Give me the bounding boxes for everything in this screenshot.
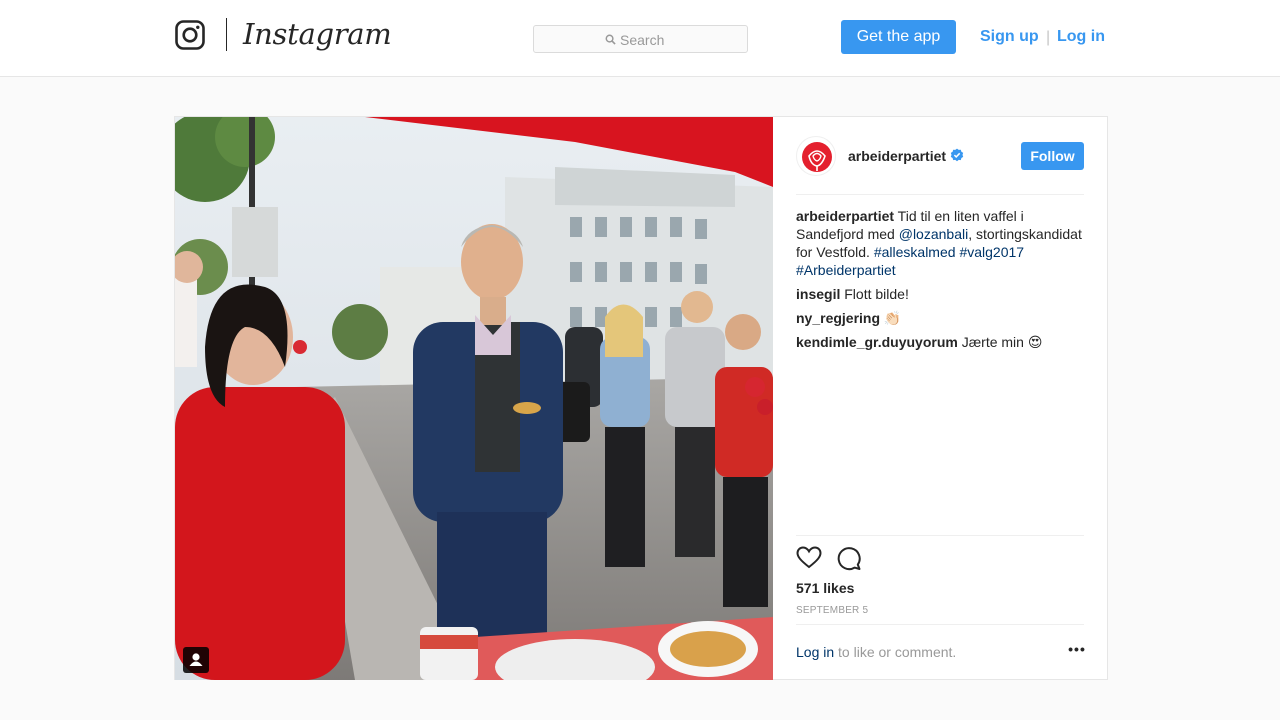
comment-author[interactable]: ny_regjering <box>796 310 880 326</box>
login-prompt-text: to like or comment. <box>834 644 957 660</box>
tagged-people-button[interactable] <box>183 647 209 673</box>
likes-count[interactable]: 571 likes <box>796 579 854 597</box>
post-date: SEPTEMBER 5 <box>796 605 869 616</box>
post-card: arbeiderpartiet Follow arbeiderpartiet T… <box>174 116 1108 680</box>
hashtag-link[interactable]: #alleskalmed <box>874 244 956 260</box>
instagram-camera-icon[interactable] <box>175 20 205 50</box>
post-photo-image <box>175 117 773 680</box>
search-input[interactable] <box>620 30 740 50</box>
owner-username[interactable]: arbeiderpartiet <box>848 148 946 164</box>
divider <box>796 535 1084 536</box>
person-icon <box>189 653 203 666</box>
comment-author[interactable]: kendimle_gr.duyuyorum <box>796 334 958 350</box>
comment-text: Jærte min 😍 <box>957 334 1043 350</box>
divider <box>796 194 1084 195</box>
nav-separator: | <box>1046 29 1051 46</box>
comment-item: insegil Flott bilde! <box>796 285 1086 303</box>
caption: arbeiderpartiet Tid til en liten vaffel … <box>796 207 1086 279</box>
search-box[interactable] <box>533 25 748 53</box>
caption-author[interactable]: arbeiderpartiet <box>796 208 894 224</box>
search-icon <box>605 34 616 45</box>
comment-text: Flott bilde! <box>840 286 909 302</box>
comments-list: arbeiderpartiet Tid til en liten vaffel … <box>796 207 1086 357</box>
hashtag-link[interactable]: #valg2017 <box>959 244 1024 260</box>
heart-icon[interactable] <box>796 545 822 571</box>
post-photo[interactable] <box>175 117 773 680</box>
owner-avatar[interactable] <box>796 136 836 176</box>
verified-badge-icon <box>950 148 964 162</box>
top-nav-bar: Instagram Get the app Sign up | Log in <box>0 0 1280 77</box>
post-details-panel: arbeiderpartiet Follow arbeiderpartiet T… <box>773 117 1108 680</box>
follow-button[interactable]: Follow <box>1021 142 1084 170</box>
hashtag-link[interactable]: #Arbeiderpartiet <box>796 262 896 278</box>
instagram-wordmark[interactable]: Instagram <box>243 16 392 52</box>
logo-divider <box>226 18 227 51</box>
rose-logo-icon <box>802 142 832 172</box>
login-prompt: Log in to like or comment. <box>796 644 956 660</box>
more-options-button[interactable]: ••• <box>1067 642 1087 664</box>
mention-link[interactable]: @lozanbali <box>899 226 968 242</box>
divider <box>796 624 1084 625</box>
comment-author[interactable]: insegil <box>796 286 840 302</box>
sign-up-link[interactable]: Sign up <box>980 27 1039 47</box>
log-in-link[interactable]: Log in <box>1057 27 1105 47</box>
comment-icon[interactable] <box>836 545 862 571</box>
comment-item: kendimle_gr.duyuyorum Jærte min 😍 <box>796 333 1086 351</box>
comment-item: ny_regjering 👏🏻 <box>796 309 1086 327</box>
comment-text: 👏🏻 <box>880 310 902 326</box>
footer-log-in-link[interactable]: Log in <box>796 644 834 660</box>
get-the-app-button[interactable]: Get the app <box>841 20 956 54</box>
